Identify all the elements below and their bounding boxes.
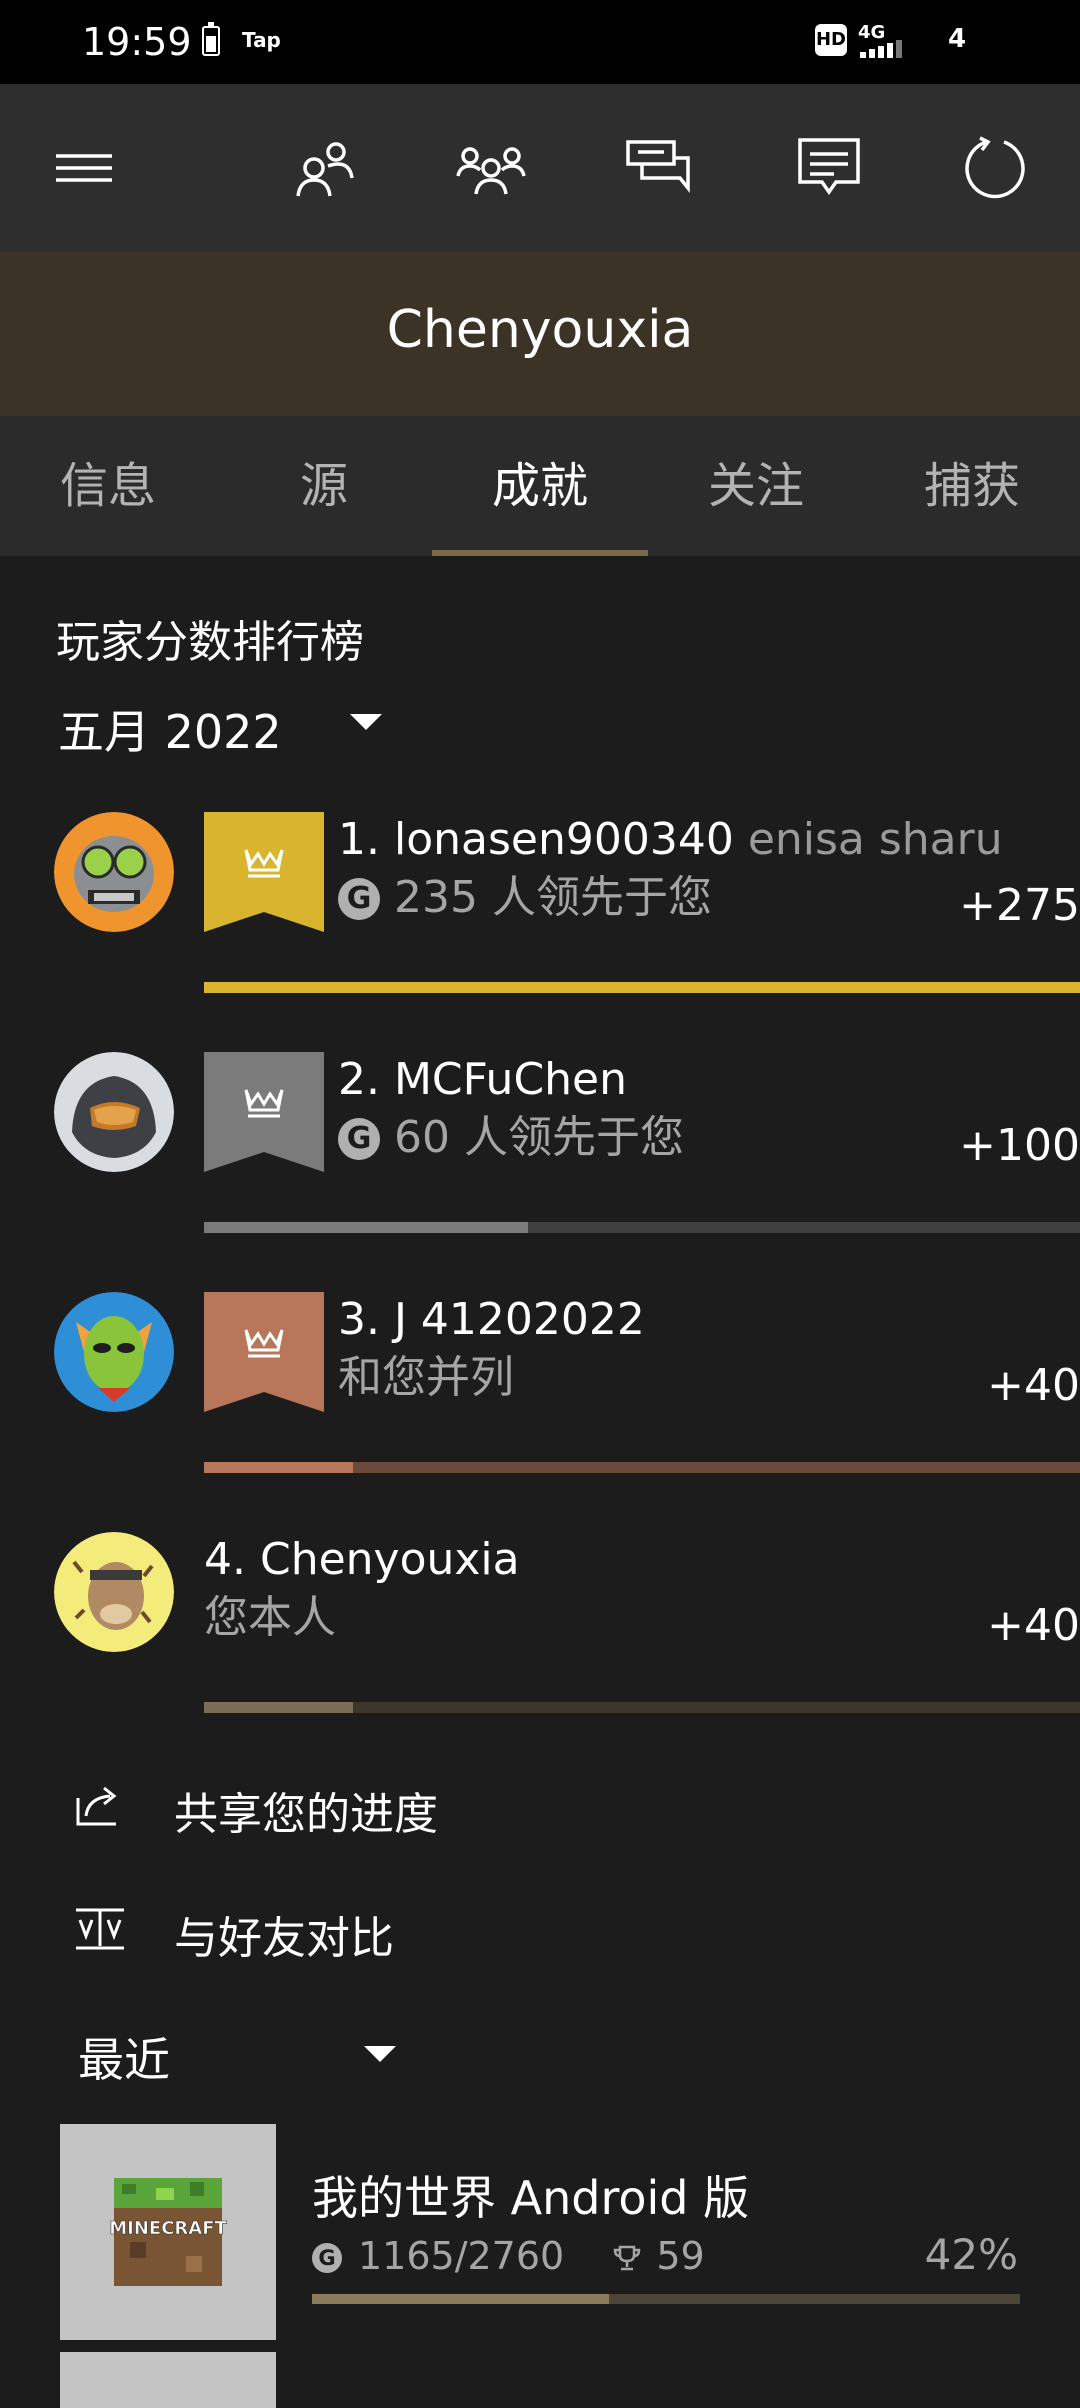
menu-icon[interactable] — [50, 134, 120, 204]
gamerscore-icon: G — [338, 1118, 380, 1160]
leaderboard-row[interactable]: 2. MCFuChen G 60 人领先于您 +100 — [0, 1052, 1080, 1292]
game-thumbnail — [60, 2352, 276, 2408]
compare-icon — [72, 1900, 128, 1956]
game-title: 我的世界 Android 版 — [312, 2171, 750, 2225]
player-name: 4. Chenyouxia — [204, 1534, 520, 1585]
friend-icon[interactable] — [288, 134, 358, 204]
gamerscore-icon: G — [338, 878, 380, 920]
leaderboard-row[interactable]: 1. lonasen900340 enisa sharu G 235 人领先于您 +… — [0, 812, 1080, 1052]
party-icon[interactable] — [456, 134, 526, 204]
game-list-item[interactable] — [0, 2352, 1080, 2408]
rank-subtitle: 235 人领先于您 — [394, 872, 712, 923]
recent-filter[interactable]: 最近 — [78, 2024, 170, 2090]
avatar — [54, 812, 174, 932]
tap-indicator: Tap — [242, 28, 281, 52]
profile-name: Chenyouxia — [386, 300, 694, 360]
trophy-icon — [612, 2238, 642, 2282]
player-name: 3. J 41202022 — [338, 1294, 645, 1345]
progress-bar — [204, 982, 1080, 993]
compare-friends-label: 与好友对比 — [174, 1913, 394, 1964]
chat-icon[interactable] — [794, 134, 864, 204]
recent-label: 最近 — [78, 2033, 170, 2087]
bronze-rank-ribbon — [204, 1292, 324, 1412]
game-progress-fill — [312, 2294, 610, 2304]
active-tab-indicator — [432, 550, 648, 556]
player-name: 1. lonasen900340 — [338, 814, 734, 865]
signal-icon — [860, 40, 904, 58]
game-thumbnail: MINECRAFT — [60, 2124, 276, 2340]
avatar — [54, 1292, 174, 1412]
tab-info[interactable]: 信息 — [0, 416, 216, 556]
profile-header: Chenyouxia — [0, 252, 1080, 416]
game-gamerscore: 1165/2760 — [358, 2234, 565, 2278]
progress-bar — [204, 1702, 1080, 1713]
progress-bar — [204, 1222, 1080, 1233]
tab-following[interactable]: 关注 — [648, 416, 864, 556]
leaderboard-row[interactable]: 3. J 41202022 和您并列 +40 — [0, 1292, 1080, 1532]
game-progress-bar — [312, 2294, 1020, 2304]
share-progress-label: 共享您的进度 — [174, 1789, 438, 1840]
player-name: 2. MCFuChen — [338, 1054, 628, 1105]
refresh-icon[interactable] — [960, 134, 1030, 204]
compare-friends-button[interactable]: 与好友对比 — [0, 1878, 1080, 1978]
gamerscore-icon: G — [312, 2243, 342, 2273]
player-real-name: enisa sharu — [747, 814, 1003, 865]
gold-rank-ribbon — [204, 812, 324, 932]
progress-fill — [204, 1462, 353, 1473]
game-list-item[interactable]: MINECRAFT 我的世界 Android 版 G 1165/2760 59 4… — [0, 2124, 1080, 2340]
leaderboard-row[interactable]: 4. Chenyouxia 您本人 +40 — [0, 1532, 1080, 1772]
month-selector[interactable]: 五月 2022 — [58, 696, 282, 762]
month-label: 五月 2022 — [58, 705, 282, 759]
recent-dropdown-icon[interactable] — [364, 2046, 396, 2062]
game-stats: G 1165/2760 59 — [312, 2234, 705, 2282]
score-delta: +40 — [987, 1360, 1080, 1411]
tab-captures[interactable]: 捕获 — [864, 416, 1080, 556]
game-achievements: 59 — [656, 2234, 705, 2278]
share-icon — [72, 1776, 128, 1832]
hd-icon: HD — [815, 24, 847, 56]
battery-icon — [202, 22, 220, 56]
tab-feed[interactable]: 源 — [216, 416, 432, 556]
status-time: 19:59 — [82, 20, 192, 64]
share-progress-button[interactable]: 共享您的进度 — [0, 1754, 1080, 1854]
game-completion: 42% — [924, 2230, 1018, 2279]
notification-count: 4 — [948, 24, 967, 54]
messages-icon[interactable] — [624, 134, 694, 204]
leaderboard-title: 玩家分数排行榜 — [56, 617, 364, 668]
score-delta: +100 — [959, 1120, 1080, 1171]
rank-subtitle: 60 人领先于您 — [394, 1112, 684, 1163]
rank-subtitle: 您本人 — [204, 1592, 336, 1643]
rank-subtitle: 和您并列 — [338, 1352, 514, 1403]
minecraft-logo: MINECRAFT — [109, 2218, 227, 2239]
score-delta: +40 — [987, 1600, 1080, 1651]
status-bar: 19:59 Tap HD 4G 4 — [0, 0, 1080, 84]
progress-fill — [204, 982, 1080, 993]
avatar — [54, 1532, 174, 1652]
tab-bar: 信息 源 成就 关注 捕获 — [0, 416, 1080, 556]
progress-bar — [204, 1462, 1080, 1473]
month-dropdown-icon[interactable] — [350, 714, 382, 730]
tab-achievements[interactable]: 成就 — [432, 416, 648, 556]
top-toolbar — [0, 84, 1080, 252]
score-delta: +275 — [959, 880, 1080, 931]
progress-fill — [204, 1222, 529, 1233]
silver-rank-ribbon — [204, 1052, 324, 1172]
progress-fill — [204, 1702, 353, 1713]
avatar — [54, 1052, 174, 1172]
